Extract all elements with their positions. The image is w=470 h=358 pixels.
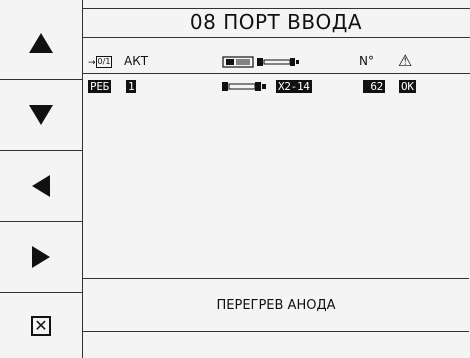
previous-button[interactable] [0, 151, 82, 221]
row-act: 1 [126, 80, 137, 93]
scroll-down-button[interactable] [0, 80, 82, 150]
port-icon: → 0/1 [88, 55, 113, 68]
status-message: ПЕРЕГРЕВ АНОДА [83, 278, 469, 332]
row-number: 62 [363, 80, 385, 93]
column-act: АКТ [124, 54, 149, 68]
arrow-up-icon [29, 33, 53, 53]
row-port: X2-14 [276, 80, 312, 93]
next-button[interactable] [0, 222, 82, 292]
cable-icon [222, 80, 272, 93]
close-icon: ✕ [31, 315, 51, 336]
title-divider [83, 37, 470, 38]
status-message-text: ПЕРЕГРЕВ АНОДА [216, 297, 336, 313]
close-button[interactable]: ✕ [0, 293, 82, 358]
arrow-down-icon [29, 105, 53, 125]
header-divider [83, 73, 470, 74]
close-glyph: ✕ [34, 315, 48, 335]
row-status: OK [399, 80, 416, 93]
connector-icon [222, 53, 310, 69]
page-title: 08 ПОРТ ВВОДА [189, 10, 363, 34]
arrow-left-icon [32, 175, 50, 197]
column-number: N° [359, 54, 374, 68]
port-icon-label: 0/1 [95, 55, 113, 68]
nav-sidebar: ✕ [0, 0, 83, 358]
row-code: РЕБ [88, 80, 111, 93]
arrow-right-icon [32, 246, 50, 268]
warning-icon: ⚠ [398, 51, 413, 70]
scroll-up-button[interactable] [0, 8, 82, 78]
top-border [83, 8, 470, 9]
